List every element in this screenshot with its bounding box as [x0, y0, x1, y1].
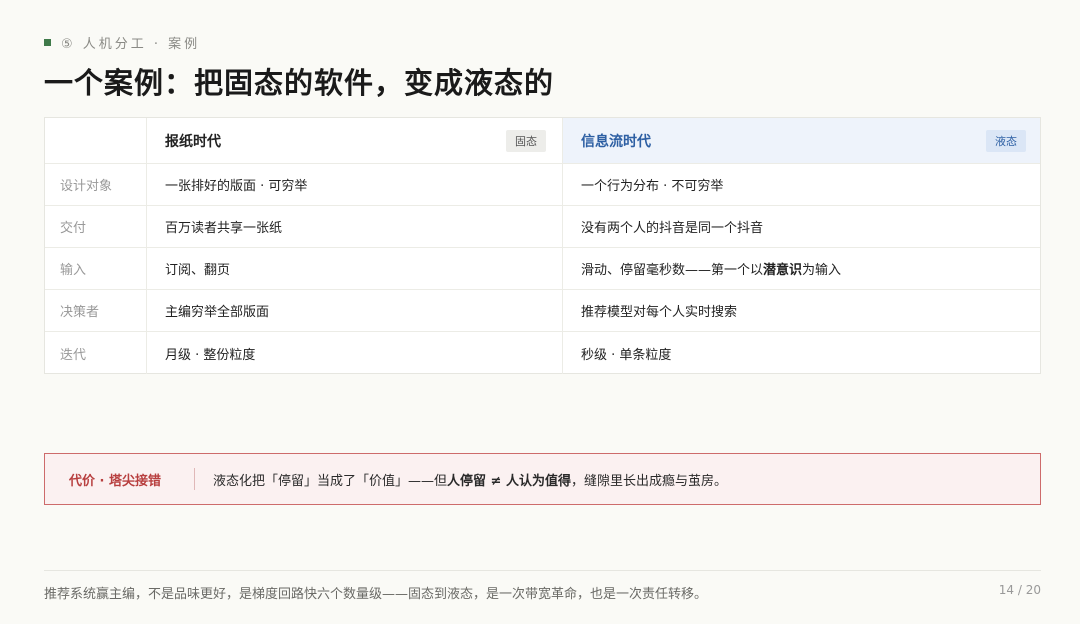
row-label: 交付	[45, 206, 147, 247]
row-newspaper-value: 主编穷举全部版面	[147, 290, 563, 331]
solid-tag: 固态	[506, 129, 546, 152]
callout-text-bold: 人停留 ≠ 人认为值得	[447, 473, 571, 489]
table-row: 设计对象 一张排好的版面 · 可穷举 一个行为分布 · 不可穷举	[45, 164, 1040, 206]
row-feed-text: 一个行为分布 · 不可穷举	[581, 179, 724, 194]
row-newspaper-value: 百万读者共享一张纸	[147, 206, 563, 247]
table-row: 输入 订阅、翻页 滑动、停留毫秒数——第一个以 潜意识 为输入	[45, 248, 1040, 290]
row-newspaper-value: 订阅、翻页	[147, 248, 563, 289]
section-eyebrow: ⑤ 人机分工 · 案例	[44, 33, 200, 52]
table-header-row: 报纸时代 固态 信息流时代 液态	[45, 118, 1040, 164]
row-feed-text-post: 为输入	[802, 263, 842, 278]
row-feed-bold: 潜意识	[763, 263, 803, 278]
row-label: 设计对象	[45, 164, 147, 205]
row-label: 迭代	[45, 332, 147, 374]
footer-summary: 推荐系统赢主编，不是品味更好，是梯度回路快六个数量级——固态到液态，是一次带宽革…	[44, 587, 708, 602]
row-feed-text: 推荐模型对每个人实时搜索	[581, 305, 738, 320]
header-newspaper-era: 报纸时代 固态	[147, 118, 563, 163]
table-row: 决策者 主编穷举全部版面 推荐模型对每个人实时搜索	[45, 290, 1040, 332]
header-empty-cell	[45, 118, 147, 163]
row-feed-value: 一个行为分布 · 不可穷举	[563, 164, 1040, 205]
header-feed-era: 信息流时代 液态	[563, 118, 1040, 163]
row-label: 输入	[45, 248, 147, 289]
row-feed-text: 滑动、停留毫秒数——第一个以	[581, 263, 764, 278]
table-row: 迭代 月级 · 整份粒度 秒级 · 单条粒度	[45, 332, 1040, 374]
callout-text-pre: 液态化把「停留」当成了「价值」——但	[213, 473, 448, 489]
callout-text: 液态化把「停留」当成了「价值」——但人停留 ≠ 人认为值得，缝隙里长出成瘾与茧房…	[195, 470, 727, 489]
liquid-tag: 液态	[986, 129, 1026, 152]
page-number: 14 / 20	[998, 583, 1041, 597]
row-label: 决策者	[45, 290, 147, 331]
page-title: 一个案例：把固态的软件，变成液态的	[44, 66, 555, 100]
callout-label: 代价 · 塔尖接错	[45, 468, 195, 490]
header-col2-label: 信息流时代	[581, 133, 651, 150]
callout-text-post: ，缝隙里长出成瘾与茧房。	[570, 473, 727, 489]
row-feed-text: 没有两个人的抖音是同一个抖音	[581, 221, 764, 236]
section-marker-icon	[44, 39, 51, 46]
row-feed-value: 滑动、停留毫秒数——第一个以 潜意识 为输入	[563, 248, 1040, 289]
row-feed-value: 推荐模型对每个人实时搜索	[563, 290, 1040, 331]
row-feed-value: 没有两个人的抖音是同一个抖音	[563, 206, 1040, 247]
table-row: 交付 百万读者共享一张纸 没有两个人的抖音是同一个抖音	[45, 206, 1040, 248]
row-feed-text: 秒级 · 单条粒度	[581, 347, 672, 363]
footer-divider	[44, 570, 1041, 571]
header-col1-label: 报纸时代	[165, 133, 221, 150]
cost-callout: 代价 · 塔尖接错 液态化把「停留」当成了「价值」——但人停留 ≠ 人认为值得，…	[44, 453, 1041, 505]
comparison-table: 报纸时代 固态 信息流时代 液态 设计对象 一张排好的版面 · 可穷举 一个行为…	[44, 117, 1041, 374]
row-newspaper-value: 一张排好的版面 · 可穷举	[147, 164, 563, 205]
eyebrow-text: ⑤ 人机分工 · 案例	[61, 37, 201, 52]
row-newspaper-value: 月级 · 整份粒度	[147, 332, 563, 374]
row-feed-value: 秒级 · 单条粒度	[563, 332, 1040, 374]
